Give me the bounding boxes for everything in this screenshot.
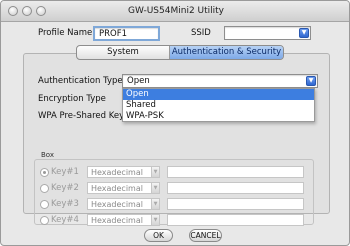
window-title: GW-US54Mini2 Utility <box>127 6 225 16</box>
title-bar: GW-US54Mini2 Utility <box>1 1 349 22</box>
key4-value-field[interactable] <box>167 214 304 226</box>
ssid-field[interactable] <box>224 26 311 40</box>
dropdown-option-open[interactable]: Open <box>123 89 314 100</box>
ssid-label: SSID <box>191 28 211 38</box>
dropdown-option-shared[interactable]: Shared <box>123 100 314 111</box>
key1-radio[interactable] <box>40 168 49 177</box>
tab-authentication-security[interactable]: Authentication & Security <box>170 46 283 59</box>
key3-label: Key#3 <box>51 199 79 209</box>
profile-name-label: Profile Name <box>38 28 93 38</box>
key1-label: Key#1 <box>51 167 79 177</box>
authentication-type-dropdown-menu: Open Shared WPA-PSK <box>122 88 315 122</box>
key1-value-field[interactable] <box>167 166 304 178</box>
key2-label: Key#2 <box>51 183 79 193</box>
dropdown-option-wpa-psk[interactable]: WPA-PSK <box>123 111 314 122</box>
key4-label: Key#4 <box>51 215 79 225</box>
key2-value-field[interactable] <box>167 182 304 194</box>
profile-name-field[interactable]: PROF1 <box>93 26 160 41</box>
key4-format-select[interactable]: Hexadecimal <box>87 214 160 226</box>
chevron-down-icon[interactable]: ▼ <box>151 166 160 178</box>
key2-format-select[interactable]: Hexadecimal <box>87 182 160 194</box>
chevron-down-icon[interactable]: ▼ <box>299 28 309 38</box>
tab-system-configuration[interactable]: System Configuration <box>77 46 170 59</box>
key2-radio[interactable] <box>40 184 49 193</box>
key1-format-select[interactable]: Hexadecimal <box>87 166 160 178</box>
chevron-down-icon[interactable]: ▼ <box>306 76 316 86</box>
authentication-type-label: Authentication Type <box>38 76 123 86</box>
encryption-type-label: Encryption Type <box>38 94 106 104</box>
chevron-down-icon[interactable]: ▼ <box>151 214 160 226</box>
ok-button[interactable]: OK <box>144 229 173 242</box>
cancel-button[interactable]: CANCEL <box>189 229 222 242</box>
key3-radio[interactable] <box>40 200 49 209</box>
chevron-down-icon[interactable]: ▼ <box>151 182 160 194</box>
chevron-down-icon[interactable]: ▼ <box>151 198 160 210</box>
key4-radio[interactable] <box>40 216 49 225</box>
tab-bar: System Configuration Authentication & Se… <box>76 45 284 60</box>
wep-key-group-label: Box <box>41 151 55 159</box>
utility-window: GW-US54Mini2 Utility Profile Name PROF1 … <box>0 0 350 246</box>
key3-value-field[interactable] <box>167 198 304 210</box>
wpa-pre-shared-key-label: WPA Pre-Shared Key <box>38 111 125 121</box>
authentication-type-select[interactable]: Open <box>122 74 318 88</box>
key3-format-select[interactable]: Hexadecimal <box>87 198 160 210</box>
